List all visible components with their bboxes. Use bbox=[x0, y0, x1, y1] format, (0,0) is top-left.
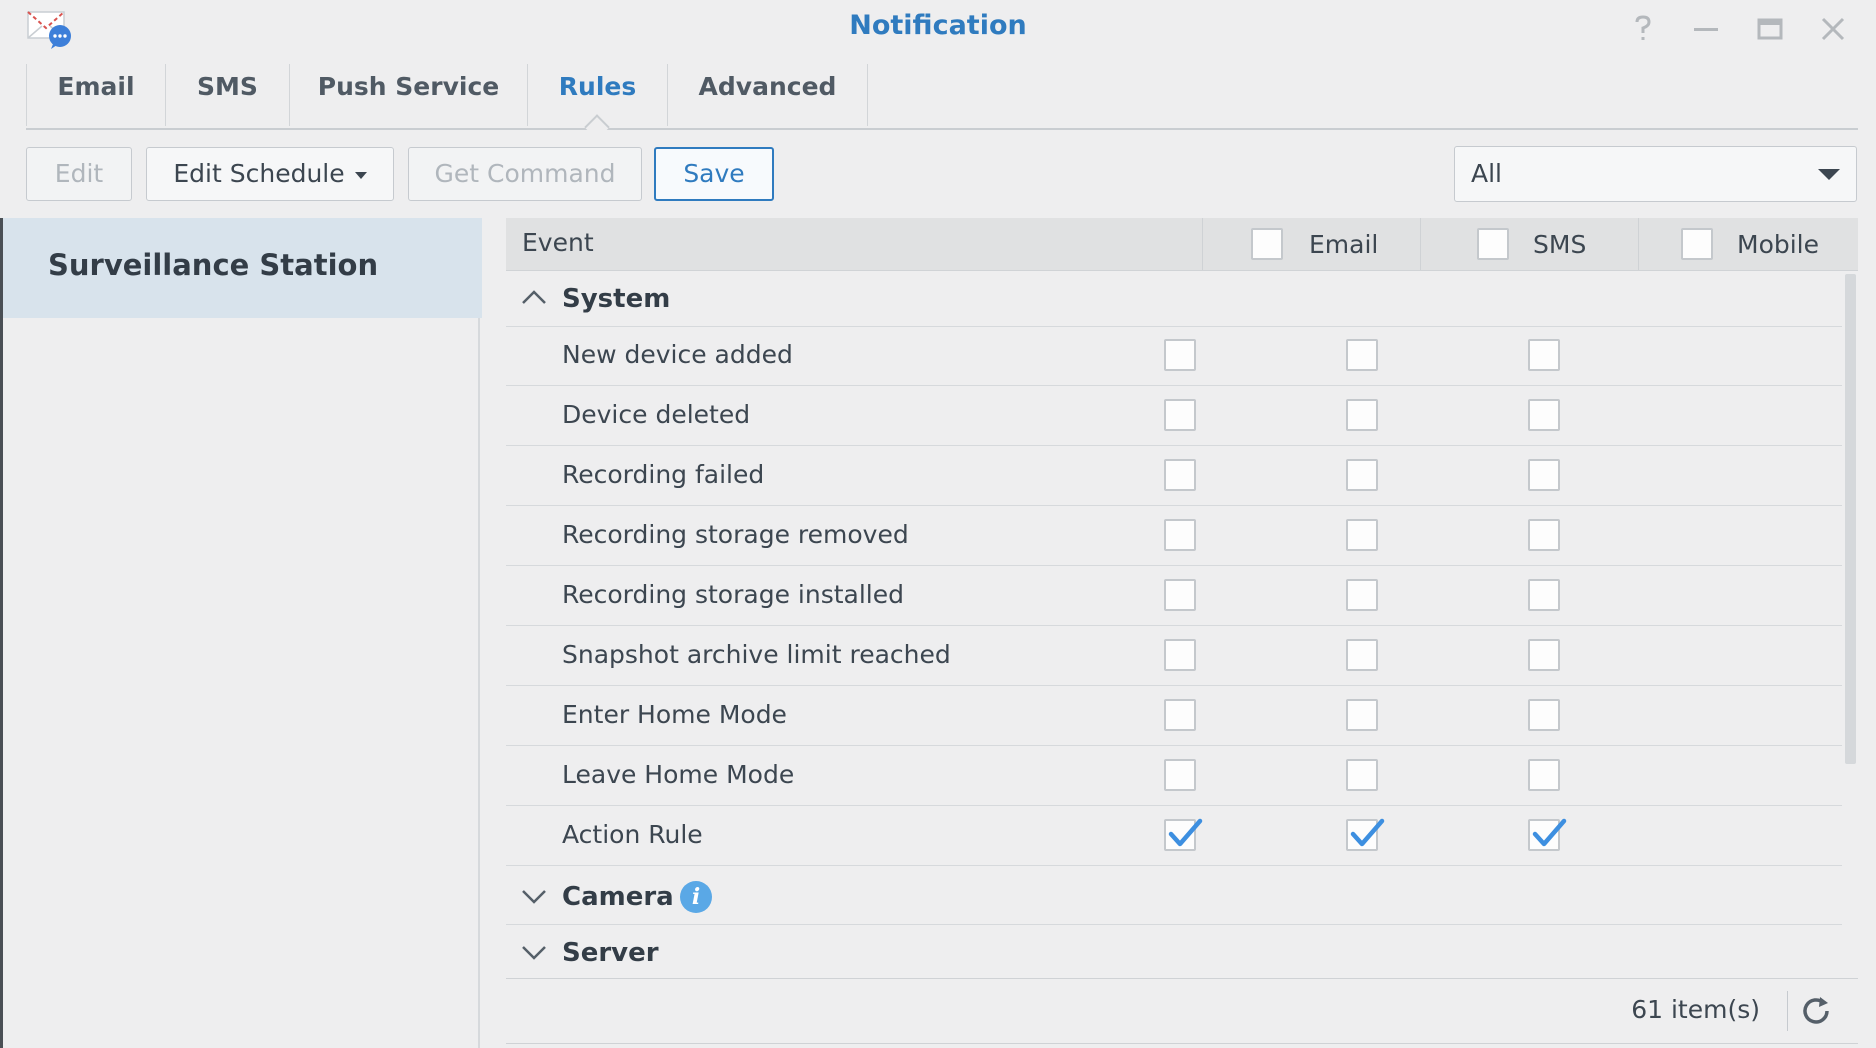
chevron-down-icon bbox=[1818, 169, 1840, 180]
tab-sms[interactable]: SMS bbox=[166, 64, 290, 126]
row-event-label: Recording storage installed bbox=[562, 580, 904, 609]
row-event-label: Enter Home Mode bbox=[562, 700, 787, 729]
mobile-checkbox[interactable] bbox=[1528, 579, 1560, 611]
grid-scrollbar[interactable] bbox=[1842, 270, 1858, 982]
sidebar-item-surveillance-station[interactable]: Surveillance Station bbox=[3, 218, 482, 318]
column-header-email-label: Email bbox=[1309, 230, 1379, 259]
chevron-up-icon bbox=[522, 290, 546, 304]
table-row: New device added bbox=[506, 326, 1842, 386]
mobile-checkbox[interactable] bbox=[1528, 459, 1560, 491]
tab-rules-label: Rules bbox=[558, 72, 637, 101]
title-bar: Notification bbox=[0, 0, 1876, 62]
grid-header: Event Email SMS Mobile bbox=[506, 218, 1858, 271]
save-button[interactable]: Save bbox=[654, 147, 774, 201]
rules-grid: Event Email SMS Mobile System New device… bbox=[506, 218, 1858, 1044]
tab-rules[interactable]: Rules bbox=[528, 64, 668, 140]
sms-checkbox[interactable] bbox=[1346, 759, 1378, 791]
row-event-label: New device added bbox=[562, 340, 793, 369]
email-checkbox[interactable] bbox=[1164, 759, 1196, 791]
email-checkbox[interactable] bbox=[1164, 699, 1196, 731]
row-event-label: Action Rule bbox=[562, 820, 703, 849]
table-row: Leave Home Mode bbox=[506, 746, 1842, 806]
group-server[interactable]: Server bbox=[506, 924, 1842, 978]
maximize-icon[interactable] bbox=[1753, 12, 1787, 46]
mobile-checkbox[interactable] bbox=[1528, 818, 1567, 851]
grid-footer: 61 item(s) bbox=[506, 978, 1858, 1044]
tab-advanced[interactable]: Advanced bbox=[668, 64, 868, 126]
email-checkbox[interactable] bbox=[1164, 639, 1196, 671]
table-row: Snapshot archive limit reached bbox=[506, 626, 1842, 686]
scrollbar-thumb[interactable] bbox=[1845, 274, 1856, 764]
row-event-label: Device deleted bbox=[562, 400, 751, 429]
row-event-label: Leave Home Mode bbox=[562, 760, 795, 789]
table-row: Enter Home Mode bbox=[506, 686, 1842, 746]
mobile-checkbox[interactable] bbox=[1528, 759, 1560, 791]
edit-button[interactable]: Edit bbox=[26, 147, 132, 201]
mobile-checkbox[interactable] bbox=[1528, 339, 1560, 371]
sms-checkbox[interactable] bbox=[1346, 339, 1378, 371]
group-label: Camera bbox=[562, 882, 674, 912]
mobile-checkbox[interactable] bbox=[1528, 519, 1560, 551]
table-row: Device deleted bbox=[506, 386, 1842, 446]
sidebar: Surveillance Station bbox=[0, 218, 482, 1048]
group-label: Server bbox=[562, 938, 659, 968]
column-header-sms: SMS bbox=[1420, 218, 1638, 270]
table-row: Recording storage removed bbox=[506, 506, 1842, 566]
chevron-down-icon bbox=[522, 946, 546, 960]
column-header-mobile: Mobile bbox=[1638, 218, 1858, 270]
tab-email[interactable]: Email bbox=[26, 64, 166, 126]
sms-checkbox[interactable] bbox=[1346, 699, 1378, 731]
email-checkbox[interactable] bbox=[1164, 818, 1203, 851]
select-all-email-checkbox[interactable] bbox=[1251, 228, 1283, 260]
active-tab-pointer bbox=[583, 114, 610, 140]
email-checkbox[interactable] bbox=[1164, 399, 1196, 431]
tab-bar: Email SMS Push Service Rules Advanced bbox=[26, 64, 1858, 140]
filter-select-value: All bbox=[1471, 159, 1502, 188]
chevron-down-icon bbox=[522, 890, 546, 904]
select-all-mobile-checkbox[interactable] bbox=[1681, 228, 1713, 260]
group-camera[interactable]: Camera i bbox=[506, 868, 1842, 925]
row-event-label: Recording failed bbox=[562, 460, 765, 489]
get-command-button[interactable]: Get Command bbox=[408, 147, 642, 201]
item-count: 61 item(s) bbox=[1631, 995, 1760, 1024]
email-checkbox[interactable] bbox=[1164, 459, 1196, 491]
minimize-icon[interactable] bbox=[1689, 12, 1723, 46]
table-row: Recording failed bbox=[506, 446, 1842, 506]
column-header-mobile-label: Mobile bbox=[1737, 230, 1820, 259]
edit-schedule-label: Edit Schedule bbox=[173, 159, 345, 188]
close-icon[interactable] bbox=[1816, 12, 1850, 46]
email-checkbox[interactable] bbox=[1164, 579, 1196, 611]
mobile-checkbox[interactable] bbox=[1528, 699, 1560, 731]
filter-select[interactable]: All bbox=[1454, 146, 1857, 202]
sms-checkbox[interactable] bbox=[1346, 519, 1378, 551]
dropdown-caret-icon bbox=[354, 171, 367, 179]
mobile-checkbox[interactable] bbox=[1528, 639, 1560, 671]
column-header-event: Event bbox=[522, 228, 594, 257]
table-row: Action Rule bbox=[506, 806, 1842, 866]
group-label: System bbox=[562, 284, 671, 314]
table-row: Recording storage installed bbox=[506, 566, 1842, 626]
select-all-sms-checkbox[interactable] bbox=[1477, 228, 1509, 260]
tab-push-service[interactable]: Push Service bbox=[290, 64, 528, 126]
group-system[interactable]: System bbox=[506, 270, 1842, 327]
row-event-label: Snapshot archive limit reached bbox=[562, 640, 951, 669]
sms-checkbox[interactable] bbox=[1346, 459, 1378, 491]
refresh-icon[interactable] bbox=[1798, 993, 1834, 1029]
column-header-sms-label: SMS bbox=[1533, 230, 1587, 259]
sms-checkbox[interactable] bbox=[1346, 639, 1378, 671]
mobile-checkbox[interactable] bbox=[1528, 399, 1560, 431]
row-event-label: Recording storage removed bbox=[562, 520, 909, 549]
sidebar-item-label: Surveillance Station bbox=[48, 248, 379, 282]
sms-checkbox[interactable] bbox=[1346, 399, 1378, 431]
info-icon[interactable]: i bbox=[680, 881, 712, 913]
footer-divider bbox=[1787, 991, 1788, 1031]
email-checkbox[interactable] bbox=[1164, 519, 1196, 551]
column-header-email: Email bbox=[1202, 218, 1420, 270]
edit-schedule-button[interactable]: Edit Schedule bbox=[146, 147, 394, 201]
window-title: Notification bbox=[849, 10, 1027, 41]
sms-checkbox[interactable] bbox=[1346, 818, 1385, 851]
sms-checkbox[interactable] bbox=[1346, 579, 1378, 611]
email-checkbox[interactable] bbox=[1164, 339, 1196, 371]
help-icon[interactable] bbox=[1626, 12, 1660, 46]
